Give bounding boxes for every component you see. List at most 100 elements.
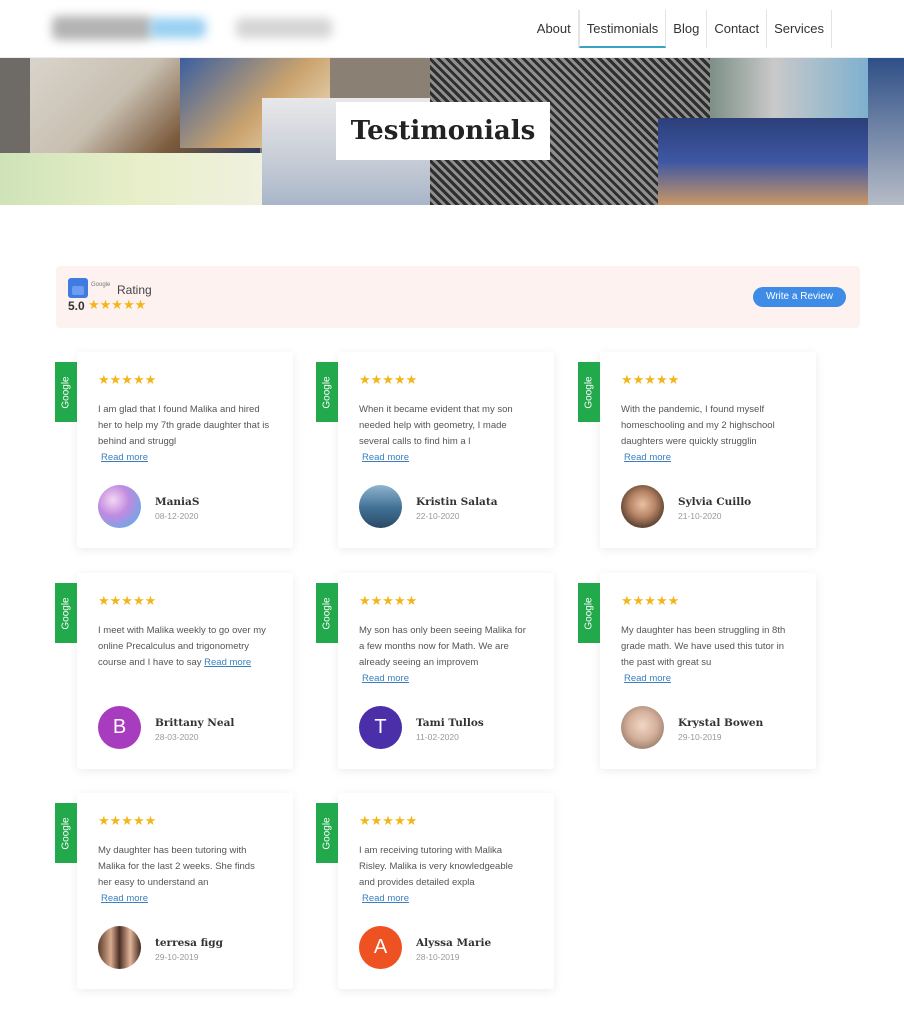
reviewer-name: Tami Tullos xyxy=(416,717,484,729)
review-date: 21-10-2020 xyxy=(678,511,722,521)
read-more-link[interactable]: Read more xyxy=(624,450,671,466)
avatar-initial: A xyxy=(373,936,388,958)
google-tab-label: Google xyxy=(321,375,333,409)
google-tab-label: Google xyxy=(60,816,72,850)
google-my-business-icon xyxy=(68,278,88,298)
review-card: Google ★★★★★ My son has only been seeing… xyxy=(316,573,554,769)
review-excerpt: My daughter has been tutoring with Malik… xyxy=(98,845,255,888)
google-source-tab: Google xyxy=(316,362,338,422)
google-tab-label: Google xyxy=(583,375,595,409)
read-more-link[interactable]: Read more xyxy=(362,671,409,687)
review-text: My daughter has been tutoring with Malik… xyxy=(98,843,270,907)
avatar: B xyxy=(98,706,141,749)
nav-item-contact[interactable]: Contact xyxy=(707,10,768,48)
nav-item-services[interactable]: Services xyxy=(767,10,832,48)
collage-photo-shelves xyxy=(710,58,870,118)
review-excerpt: With the pandemic, I found myself homesc… xyxy=(621,404,775,447)
google-tab-label: Google xyxy=(321,596,333,630)
review-card: Google ★★★★★ I am glad that I found Mali… xyxy=(55,352,293,548)
review-stars: ★★★★★ xyxy=(621,593,680,608)
review-stars: ★★★★★ xyxy=(98,372,157,387)
review-text: My daughter has been struggling in 8th g… xyxy=(621,623,793,687)
reviewer-name: terresa figg xyxy=(155,937,223,949)
review-stars: ★★★★★ xyxy=(359,813,418,828)
review-card: Google ★★★★★ My daughter has been tutori… xyxy=(55,793,293,989)
google-source-tab: Google xyxy=(55,583,77,643)
reviewer-name: Krystal Bowen xyxy=(678,717,764,729)
google-source-tab: Google xyxy=(316,803,338,863)
read-more-link[interactable]: Read more xyxy=(362,891,409,907)
rating-value: 5.0 xyxy=(68,299,85,313)
review-date: 29-10-2019 xyxy=(155,952,199,962)
review-date: 29-10-2019 xyxy=(678,732,722,742)
rating-stars: ★★★★★ xyxy=(88,297,147,312)
review-date: 22-10-2020 xyxy=(416,511,460,521)
avatar xyxy=(621,485,664,528)
site-tagline-blurred xyxy=(236,18,332,38)
reviewer-name: Alyssa Marie xyxy=(416,937,492,949)
review-date: 08-12-2020 xyxy=(155,511,199,521)
write-review-button[interactable]: Write a Review xyxy=(753,287,846,307)
read-more-link[interactable]: Read more xyxy=(362,450,409,466)
avatar xyxy=(359,485,402,528)
google-tab-label: Google xyxy=(60,596,72,630)
google-tab-label: Google xyxy=(321,816,333,850)
review-date: 28-10-2019 xyxy=(416,952,460,962)
review-stars: ★★★★★ xyxy=(98,593,157,608)
reviewer-name: ManiaS xyxy=(155,496,200,508)
collage-photo-edge xyxy=(868,58,904,205)
review-text: I meet with Malika weekly to go over my … xyxy=(98,623,270,671)
google-source-tab: Google xyxy=(55,362,77,422)
review-card: Google ★★★★★ I am receiving tutoring wit… xyxy=(316,793,554,989)
google-tab-label: Google xyxy=(60,375,72,409)
review-stars: ★★★★★ xyxy=(359,372,418,387)
avatar-initial: T xyxy=(374,716,387,738)
main-nav: About Testimonials Blog Contact Services xyxy=(530,10,832,48)
review-text: With the pandemic, I found myself homesc… xyxy=(621,402,793,466)
review-date: 11-02-2020 xyxy=(416,732,459,742)
avatar xyxy=(621,706,664,749)
review-excerpt: My son has only been seeing Malika for a… xyxy=(359,625,526,668)
review-text: I am glad that I found Malika and hired … xyxy=(98,402,270,466)
read-more-link[interactable]: Read more xyxy=(624,671,671,687)
avatar-initial: B xyxy=(112,716,127,738)
avatar xyxy=(98,485,141,528)
google-source-tab: Google xyxy=(55,803,77,863)
nav-item-testimonials[interactable]: Testimonials xyxy=(578,10,667,48)
google-source-tab: Google xyxy=(578,362,600,422)
avatar xyxy=(98,926,141,969)
banner-title-box: Testimonials xyxy=(336,102,550,160)
review-text: I am receiving tutoring with Malika Risl… xyxy=(359,843,531,907)
page-title: Testimonials xyxy=(350,116,536,146)
reviewer-name: Kristin Salata xyxy=(416,496,498,508)
rating-summary: Google Rating 5.0 ★★★★★ Write a Review xyxy=(56,266,860,328)
review-card: Google ★★★★★ My daughter has been strugg… xyxy=(578,573,816,769)
rating-label: Rating xyxy=(117,283,152,297)
reviewer-name: Brittany Neal xyxy=(155,717,235,729)
review-card: Google ★★★★★ When it became evident that… xyxy=(316,352,554,548)
nav-item-blog[interactable]: Blog xyxy=(666,10,708,48)
nav-item-about[interactable]: About xyxy=(530,10,579,48)
read-more-link[interactable]: Read more xyxy=(101,891,148,907)
avatar: T xyxy=(359,706,402,749)
review-excerpt: I am receiving tutoring with Malika Risl… xyxy=(359,845,513,888)
google-tab-label: Google xyxy=(583,596,595,630)
google-wordmark: Google xyxy=(91,282,111,288)
collage-photo-sign xyxy=(658,118,868,205)
collage-photo-cartoon xyxy=(0,153,280,205)
site-header: About Testimonials Blog Contact Services xyxy=(0,0,904,58)
review-stars: ★★★★★ xyxy=(359,593,418,608)
read-more-link[interactable]: Read more xyxy=(101,450,148,466)
review-excerpt: I am glad that I found Malika and hired … xyxy=(98,404,270,447)
review-date: 28-03-2020 xyxy=(155,732,199,742)
review-excerpt: My daughter has been struggling in 8th g… xyxy=(621,625,786,668)
review-card: Google ★★★★★ I meet with Malika weekly t… xyxy=(55,573,293,769)
review-card: Google ★★★★★ With the pandemic, I found … xyxy=(578,352,816,548)
review-text: When it became evident that my son neede… xyxy=(359,402,531,466)
site-logo-accent xyxy=(150,18,206,38)
hero-banner: Testimonials xyxy=(0,58,904,205)
site-logo[interactable] xyxy=(52,16,152,40)
google-source-tab: Google xyxy=(316,583,338,643)
read-more-link[interactable]: Read more xyxy=(204,657,251,668)
reviewer-name: Sylvia Cuillo xyxy=(678,496,752,508)
